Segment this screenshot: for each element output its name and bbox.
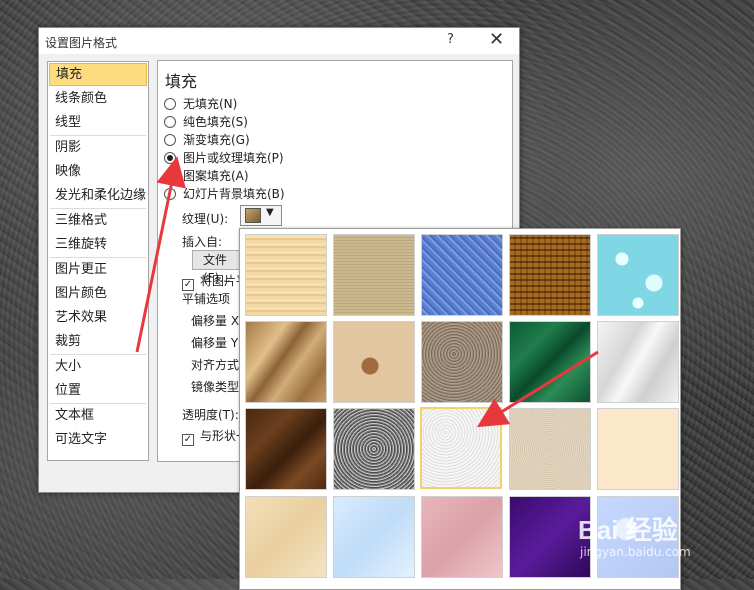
annotation-arrows: [135, 156, 599, 428]
arrow-to-selected-texture: [476, 350, 599, 428]
arrow-to-picture-fill: [135, 156, 186, 353]
baidu-watermark: Bai 经验: [578, 515, 678, 545]
baidu-watermark-url: jingyan.baidu.com: [580, 545, 691, 559]
